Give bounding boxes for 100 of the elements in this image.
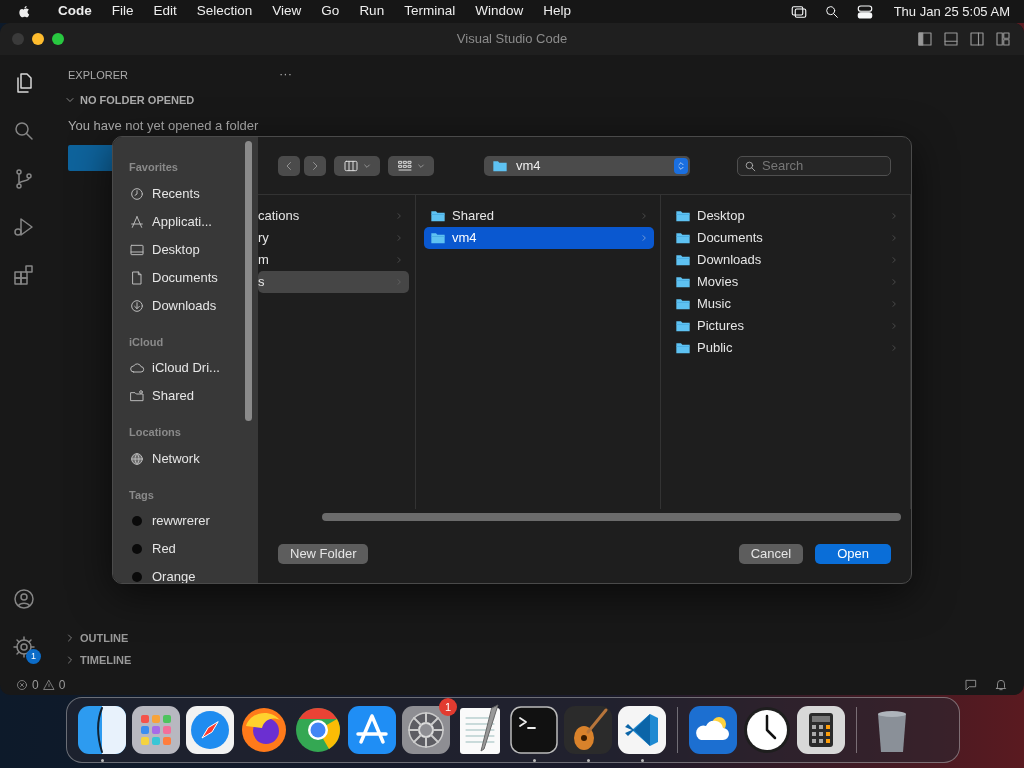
folder-row[interactable]: s [258,271,409,293]
menubar-clock[interactable]: Thu Jan 25 5:05 AM [893,1,1010,22]
warning-icon[interactable] [42,679,55,691]
layout-icon[interactable] [994,30,1012,48]
notification-badge: 1 [439,698,457,716]
folder-row[interactable]: ry [258,227,409,249]
gear-icon[interactable] [400,704,452,756]
folder-row[interactable]: Public [669,337,904,359]
chevron-right-icon [395,255,403,265]
view-mode-button[interactable] [334,155,380,176]
more-actions-button[interactable]: ··· [279,63,292,83]
chevron-right-icon [395,211,403,221]
cloud-icon [129,360,145,376]
menu-item[interactable]: Terminal [394,1,466,22]
sidebar-heading: iCloud [129,334,165,350]
toggle-switch-icon[interactable] [855,2,874,21]
warning-count[interactable]: 0 [58,676,66,694]
account-icon[interactable] [12,587,36,611]
sidebar-item[interactable]: Recents [129,179,258,208]
calculator-icon[interactable] [795,704,847,756]
running-indicator [101,759,104,762]
sidebar-heading: Tags [129,487,155,503]
panel-header[interactable]: TIMELINE [80,651,132,669]
compass-icon[interactable] [184,704,236,756]
globe-icon [129,450,145,467]
zoom-button[interactable] [52,33,64,45]
search-icon[interactable] [823,3,840,20]
search-field[interactable]: Search [737,155,891,176]
sidebar-item[interactable]: Network [129,444,258,473]
sidebar-item[interactable]: Red [129,535,258,563]
cloud-sun-icon[interactable] [687,704,739,756]
folder-row[interactable]: Pictures [669,315,904,337]
sidebar-item[interactable]: rewwrerer [129,507,258,535]
chevron-right-icon [640,211,648,221]
menu-item[interactable]: Edit [143,1,187,22]
folder-row[interactable]: Downloads [669,249,904,271]
sidebar-item[interactable]: Shared [129,382,258,410]
running-indicator [641,759,644,762]
menu-item[interactable]: Code [48,1,102,22]
error-count[interactable]: 0 [32,676,39,694]
chevron-right-icon [890,211,898,221]
menu-item[interactable]: Help [533,1,581,22]
new-folder-button[interactable]: New Folder [278,544,369,564]
minimize-button[interactable] [32,33,44,45]
menu-item[interactable]: View [262,1,312,22]
app-grid-icon[interactable] [130,704,182,756]
cancel-button[interactable]: Cancel [738,544,804,564]
sidebar-item[interactable]: Downloads [129,291,258,320]
open-button[interactable]: Open [815,544,891,564]
chevron-right-icon [395,233,403,243]
folder-icon [675,297,691,311]
menu-item[interactable]: Run [349,1,395,22]
sidebar-toggle-icon[interactable] [916,30,934,48]
feedback-icon[interactable] [964,678,978,692]
split-tile-icon[interactable] [76,704,128,756]
folder-row[interactable]: Desktop [669,205,904,227]
menu-item[interactable]: File [101,1,144,22]
folder-row[interactable]: Music [669,293,904,315]
extensions-icon[interactable] [12,263,36,287]
scrollbar-thumb[interactable] [245,141,252,421]
folder-icon [675,341,691,355]
folder-row[interactable]: Documents [669,227,904,249]
search-icon [744,159,757,173]
tag-dot-icon [132,516,142,526]
path-popup[interactable]: vm4 [484,155,690,176]
guitar-icon[interactable] [562,704,614,756]
chevron-right-icon [640,233,648,243]
sidebar-item[interactable]: Applicati... [129,207,258,236]
menu-item[interactable]: Selection [186,1,263,22]
folder-row[interactable]: m [258,249,409,271]
folder-icon [492,158,508,173]
folder-icon [675,209,691,223]
folder-icon [675,275,691,289]
horizontal-scrollbar[interactable] [322,513,901,521]
shared-folder-icon [129,388,145,404]
group-button[interactable] [388,155,434,176]
clock-icon[interactable] [741,704,793,756]
sidebar-item[interactable]: Desktop [129,235,258,264]
folder-row[interactable]: Shared [424,205,654,227]
panel-header[interactable]: OUTLINE [80,629,129,647]
section-header[interactable]: NO FOLDER OPENED [80,91,195,108]
folder-row[interactable]: vm4 [424,227,654,249]
sidebar-item[interactable]: iCloud Dri... [129,354,258,382]
ribbon-icon[interactable] [616,704,668,756]
folder-row[interactable]: cations [258,205,409,227]
menu-item[interactable]: Go [311,1,350,22]
running-indicator [533,759,536,762]
terminal-icon[interactable] [508,704,560,756]
folder-row[interactable]: Movies [669,271,904,293]
sidebar-item[interactable]: Documents [129,263,258,292]
menu-item[interactable]: Window [465,1,534,22]
panel-toggle-icon[interactable] [942,30,960,48]
clock-icon [129,185,145,202]
error-icon[interactable] [16,679,28,691]
secondary-sidebar-icon[interactable] [968,30,986,48]
bell-icon[interactable] [994,678,1008,692]
folder-icon [675,231,691,245]
settings-icon[interactable] [12,635,36,659]
run-debug-icon[interactable] [12,215,36,239]
folder-icon [430,231,446,245]
